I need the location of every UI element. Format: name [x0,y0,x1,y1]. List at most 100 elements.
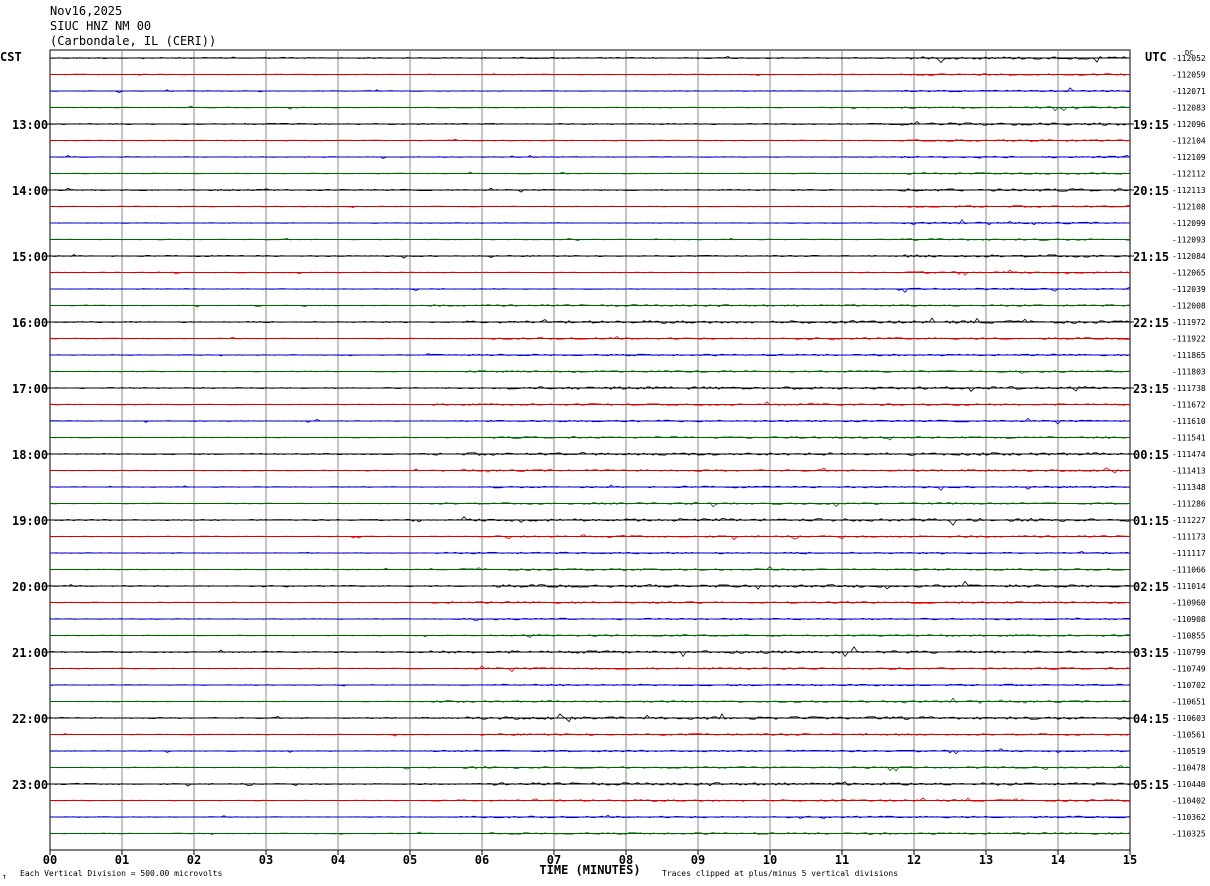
dc-offset-label: -110478 [1172,764,1206,773]
dc-offset-label: -111286 [1172,500,1206,509]
dc-offset-label: -112112 [1172,170,1206,179]
plot-frame [49,49,1131,851]
helicorder-plot: 00 01 02 03 04 05 06 07 08 09 10 11 12 13 14 15-112052-… [0,49,1206,881]
dc-offset-label: -111972 [1172,318,1206,327]
dc-offset-label: -110519 [1172,747,1206,756]
dc-offset-label: -110702 [1172,681,1206,690]
dc-offset-label: -111117 [1172,549,1206,558]
dc-offset-label: -110651 [1172,698,1206,707]
corner-mark: ↑ [2,872,7,881]
seismic-trace [49,105,1131,112]
dc-offset-label: -112084 [1172,252,1206,261]
hour-label-cst: 16:00 [12,316,48,330]
seismic-trace [49,683,1131,687]
x-tick-label: 09 [691,853,705,867]
dc-offset-label: -112071 [1172,87,1206,96]
dc-offset-label: -111803 [1172,368,1206,377]
dc-offset-label: -110749 [1172,665,1206,674]
hour-label-cst: 21:00 [12,646,48,660]
x-tick-label: 04 [331,853,345,867]
dc-offset-label: -111474 [1172,450,1206,459]
dc-offset-label: -111227 [1172,516,1206,525]
seismic-trace [49,121,1131,126]
dc-offset-label: -110603 [1172,714,1206,723]
seismic-trace [49,55,1131,64]
dc-offset-label: -112108 [1172,203,1206,212]
dc-offset-label: -110402 [1172,797,1206,806]
hour-label-utc: 05:15 [1133,778,1169,792]
dc-offset-label: -112083 [1172,104,1206,113]
dc-offset-label: -112008 [1172,302,1206,311]
dc-offset-label: -112039 [1172,285,1206,294]
hour-label-utc: 00:15 [1133,448,1169,462]
dc-offset-label: -111413 [1172,467,1206,476]
x-tick-label: 15 [1123,853,1137,867]
x-axis-title: TIME (MINUTES) [539,863,640,877]
seismic-trace [49,154,1131,159]
dc-offset-label: -112113 [1172,186,1206,195]
dc-offset-label: -111672 [1172,401,1206,410]
dc-offset-label: -112096 [1172,120,1206,129]
dc-offset-label: -110325 [1172,830,1206,839]
dc-offset-label: -111738 [1172,384,1206,393]
hour-label-utc: 19:15 [1133,118,1169,132]
seismic-trace [49,269,1131,276]
dc-offset-label: -112059 [1172,71,1206,80]
hour-label-cst: 14:00 [12,184,48,198]
dc-offset-label: -112093 [1172,236,1206,245]
labels: 00 01 02 03 04 05 06 07 08 09 10 11 12 13 14 15-112052-… [12,54,1206,867]
hour-label-utc: 01:15 [1133,514,1169,528]
hour-label-utc: 22:15 [1133,316,1169,330]
dc-offset-label: -112104 [1172,137,1206,146]
hour-label-cst: 19:00 [12,514,48,528]
dc-offset-label: -111922 [1172,335,1206,344]
dc-offset-label: -111348 [1172,483,1206,492]
dc-offset-label: -110440 [1172,780,1206,789]
x-tick-label: 10 [763,853,777,867]
seismic-trace [49,634,1131,638]
dc-offset-label: -111865 [1172,351,1206,360]
x-tick-label: 11 [835,853,849,867]
seismic-trace [49,386,1131,393]
hour-label-cst: 23:00 [12,778,48,792]
hour-label-utc: 04:15 [1133,712,1169,726]
seismic-trace [49,484,1131,491]
dc-offset-label: -112065 [1172,269,1206,278]
seismic-trace [49,516,1131,526]
seismic-trace [49,73,1131,77]
x-tick-label: 06 [475,853,489,867]
dc-offset-label: -110960 [1172,599,1206,608]
seismic-trace [49,765,1131,772]
seismic-trace [49,748,1131,755]
hour-label-utc: 20:15 [1133,184,1169,198]
seismic-trace [49,303,1131,308]
seismic-trace [49,697,1131,704]
hour-label-utc: 03:15 [1133,646,1169,660]
seismic-trace [49,286,1131,293]
hour-label-cst: 15:00 [12,250,48,264]
dc-offset-label: -110855 [1172,632,1206,641]
dc-offset-label: -111541 [1172,434,1206,443]
x-tick-label: 00 [43,853,57,867]
seismic-trace [49,501,1131,508]
dc-offset-label: -112109 [1172,153,1206,162]
hour-label-cst: 20:00 [12,580,48,594]
dc-offset-label: -110362 [1172,813,1206,822]
dc-offset-label: -112099 [1172,219,1206,228]
utc-label: UTC [1145,50,1167,64]
dc-offset-label: -110799 [1172,648,1206,657]
hour-label-utc: 23:15 [1133,382,1169,396]
x-tick-label: 01 [115,853,129,867]
dc-offset-label: -111066 [1172,566,1206,575]
footer-clip-note: Traces clipped at plus/minus 5 vertical … [662,869,898,878]
dc-offset-label: -110561 [1172,731,1206,740]
x-tick-label: 03 [259,853,273,867]
seismic-trace [49,317,1131,324]
x-tick-label: 12 [907,853,921,867]
hour-label-utc: 02:15 [1133,580,1169,594]
dc-label: DC [1185,49,1193,57]
seismic-trace [49,534,1131,541]
seismic-trace [49,87,1131,93]
footer-scale-note: Each Vertical Division = 500.00 microvol… [20,869,222,878]
hour-label-cst: 13:00 [12,118,48,132]
